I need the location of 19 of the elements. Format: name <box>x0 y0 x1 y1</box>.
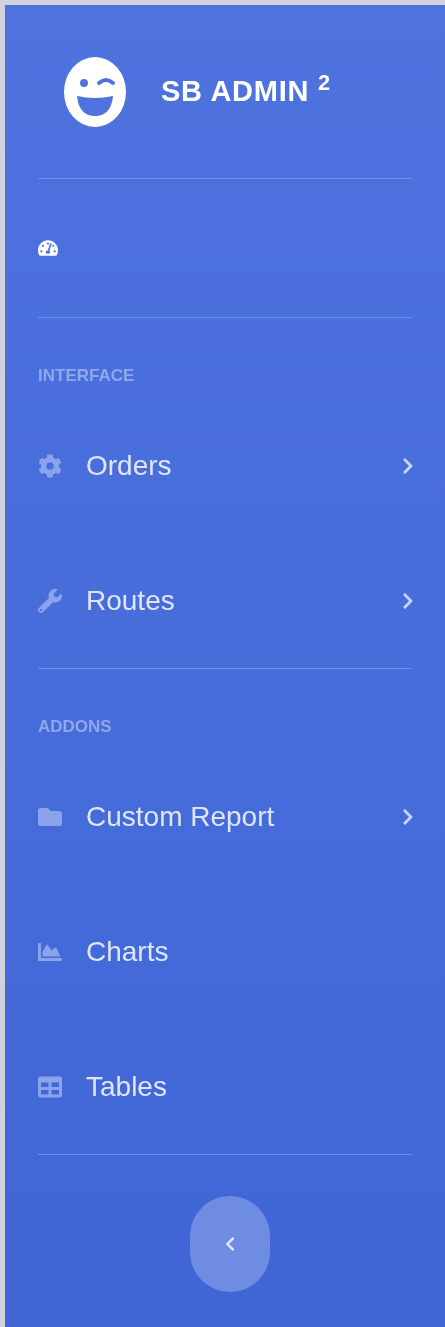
nav-item[interactable]: Custom Report <box>5 749 445 884</box>
nav-label: Tables <box>86 1069 168 1104</box>
winking-face-icon <box>63 55 127 128</box>
dashboard-gauge-icon[interactable] <box>38 238 58 258</box>
nav-item[interactable]: Routes <box>5 533 445 668</box>
brand-title[interactable]: SB ADMIN $^{2}$ <box>161 69 331 114</box>
table-icon <box>38 1074 62 1099</box>
nav-item[interactable]: Charts <box>5 884 445 1019</box>
nav-label: Orders <box>86 448 173 483</box>
nav-label: Routes <box>86 583 176 618</box>
section-heading: INTERFACE <box>38 367 136 385</box>
nav-label: Custom Report <box>86 799 276 834</box>
chevron-left-icon <box>224 1236 236 1252</box>
nav-item[interactable]: Tables <box>5 1019 445 1154</box>
section-heading: ADDONS <box>38 718 113 736</box>
nav-label: Charts <box>86 934 170 969</box>
gear-icon <box>38 453 62 478</box>
nav-item[interactable]: Orders <box>5 398 445 533</box>
wrench-icon <box>38 588 62 613</box>
